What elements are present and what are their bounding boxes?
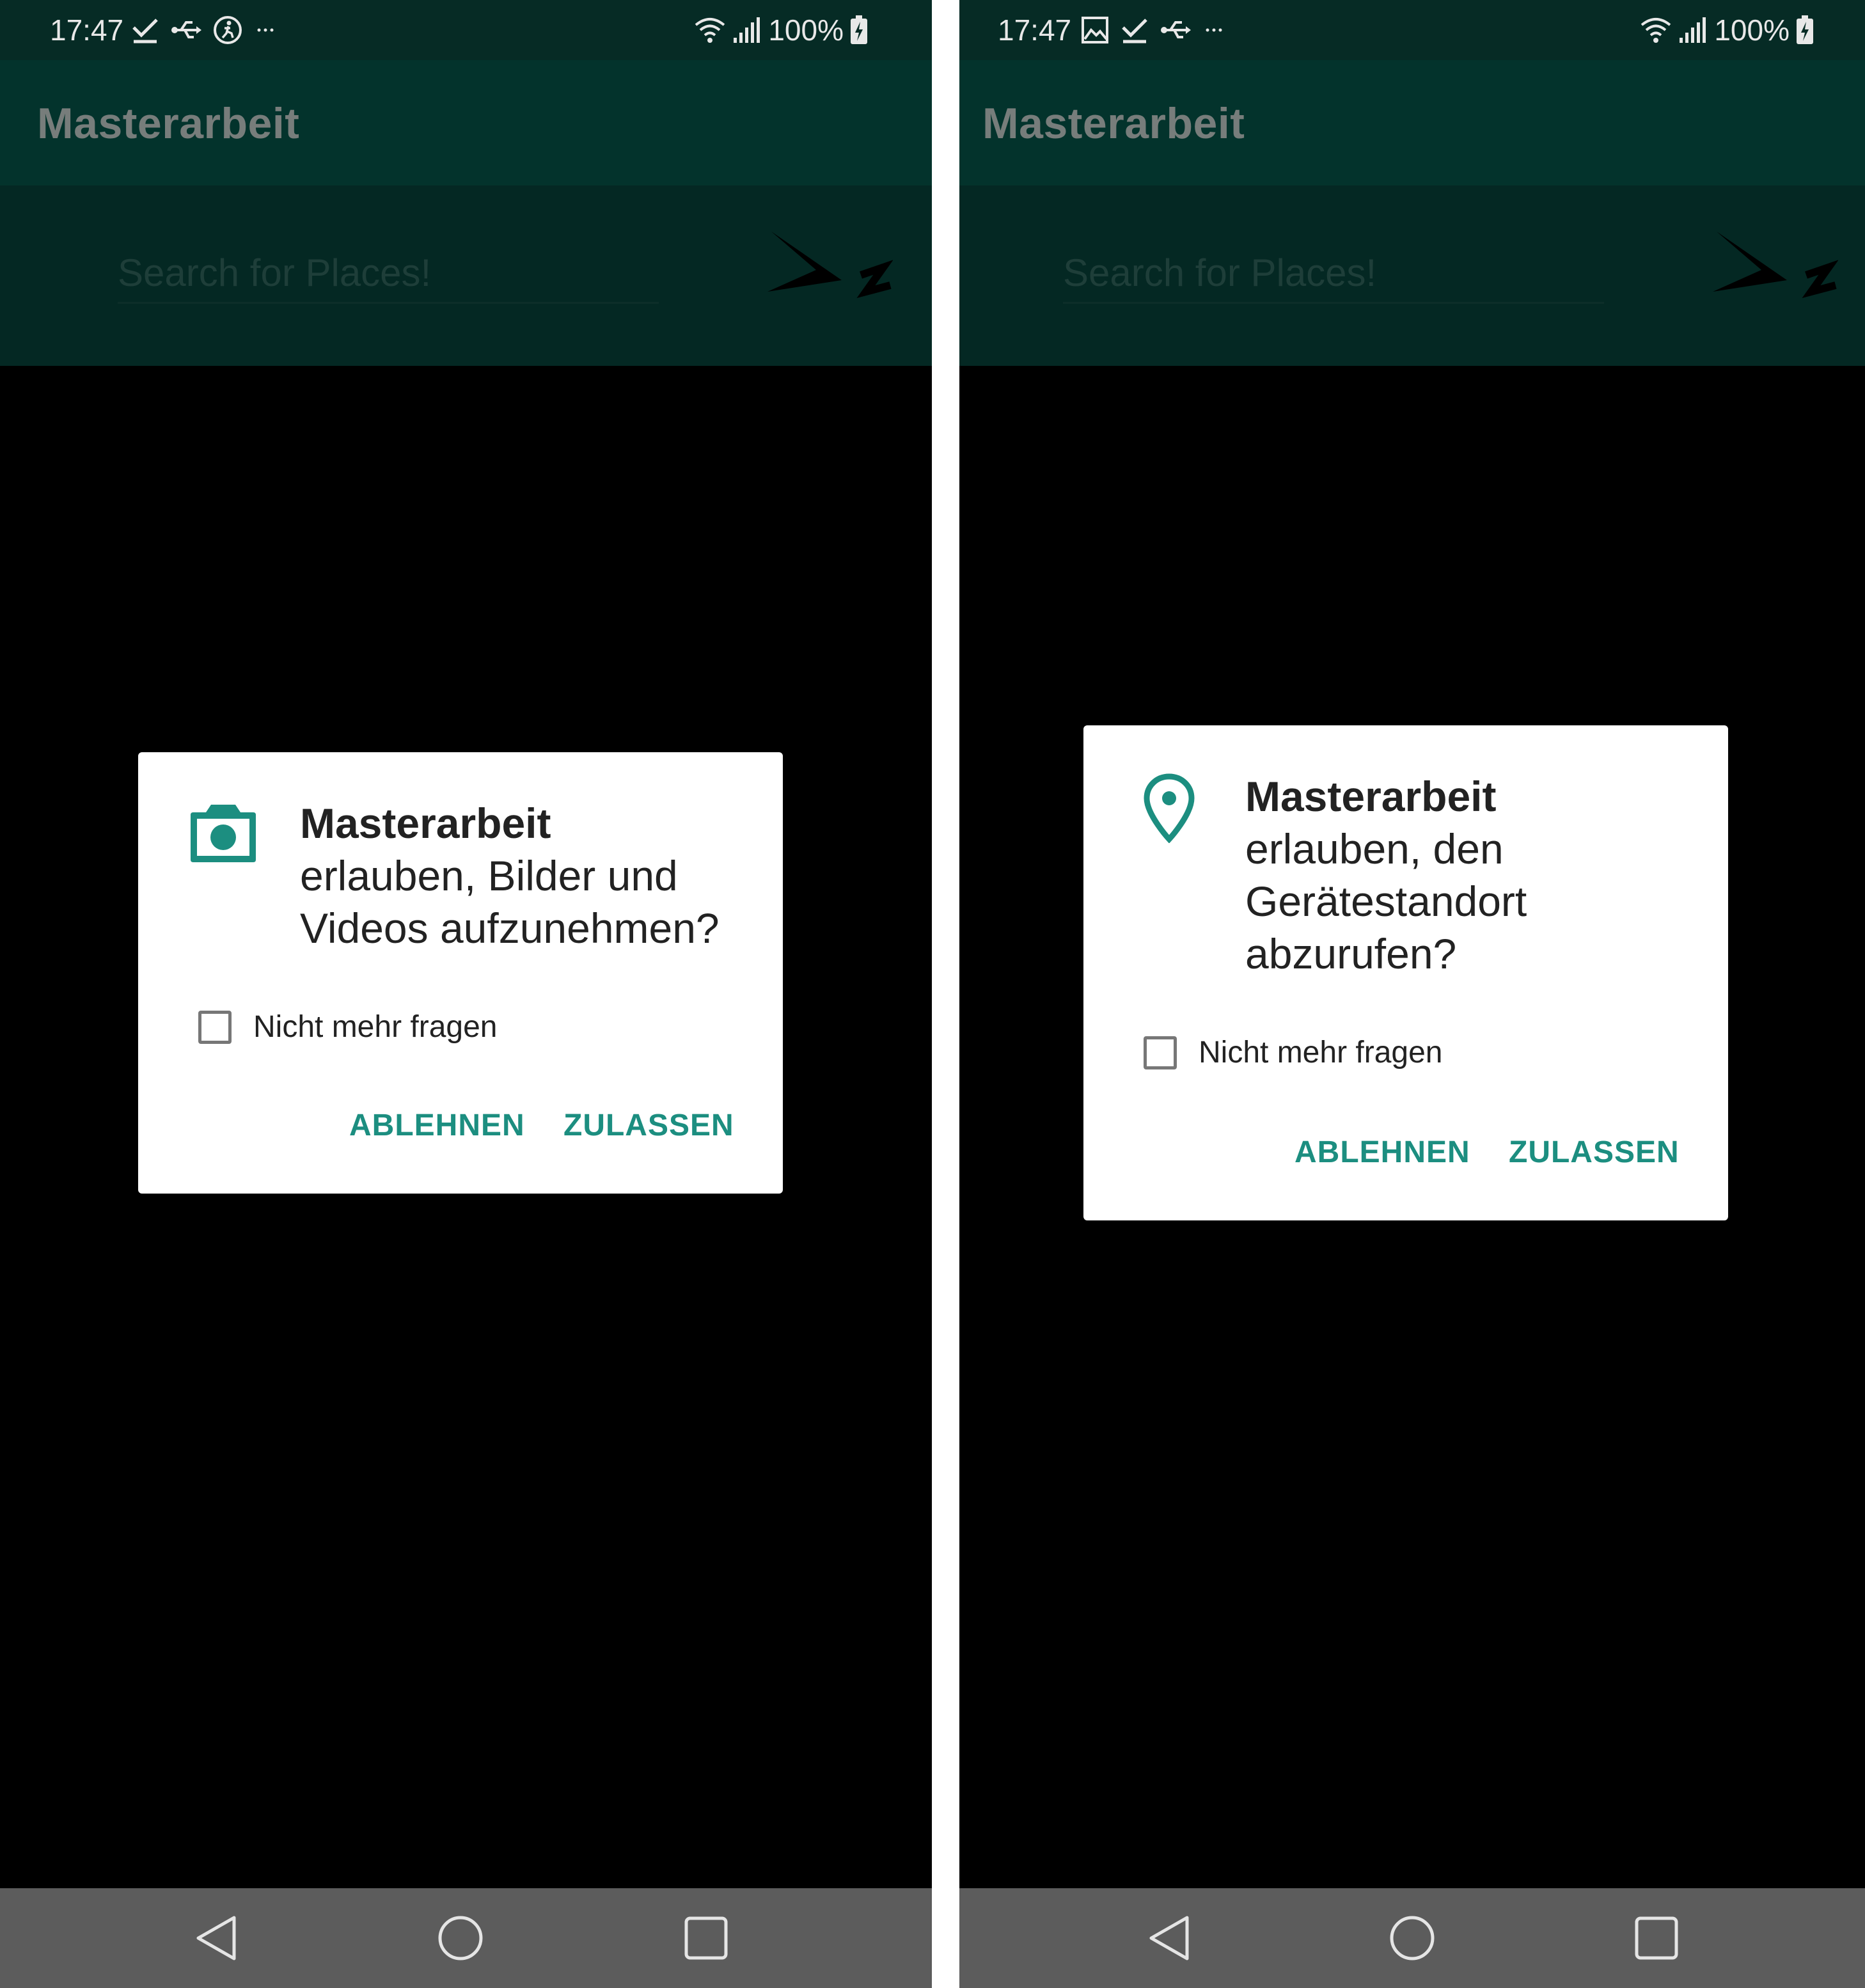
back-icon[interactable]: [192, 1913, 243, 1964]
back-icon[interactable]: [1145, 1913, 1196, 1964]
check-download-icon: [131, 16, 159, 44]
search-input[interactable]: [118, 243, 659, 304]
dont-ask-again-label: Nicht mehr fragen: [1199, 1036, 1443, 1069]
permission-dialog: Masterarbeit erlauben, Bilder und Videos…: [138, 752, 783, 1194]
notification-icons: [1081, 12, 1225, 49]
dialog-message: Masterarbeit erlauben, den Gerätestandor…: [1245, 770, 1703, 980]
status-time: 17:47: [50, 13, 124, 47]
recents-icon[interactable]: [1631, 1913, 1682, 1964]
search-bar: [959, 185, 1865, 366]
battery-percent: 100%: [768, 13, 844, 47]
navigation-bar: [0, 1888, 932, 1988]
battery-charging-icon: [850, 15, 868, 45]
navigation-bar: [959, 1888, 1865, 1988]
app-title: Masterarbeit: [982, 99, 1245, 148]
dialog-permission-text: erlauben, Bilder und Videos aufzunehmen?: [300, 852, 720, 952]
dont-ask-again-checkbox[interactable]: [198, 1011, 232, 1044]
wifi-icon: [1640, 16, 1672, 44]
allow-button[interactable]: ZULASSEN: [1509, 1133, 1680, 1172]
status-bar: 17:47 100%: [0, 0, 932, 60]
dialog-permission-text: erlauben, den Gerätestandort abzurufen?: [1245, 825, 1527, 977]
deny-button[interactable]: ABLEHNEN: [1294, 1133, 1470, 1172]
permission-dialog: Masterarbeit erlauben, den Gerätestandor…: [1083, 725, 1728, 1220]
home-icon[interactable]: [435, 1913, 486, 1964]
signal-icon: [1678, 16, 1708, 44]
search-bar: [0, 185, 932, 366]
compass-arrow-icon[interactable]: [765, 230, 893, 320]
dialog-app-name: Masterarbeit: [1245, 773, 1497, 820]
battery-percent: 100%: [1714, 13, 1790, 47]
phone-screen-camera-permission: 17:47 100% Masterarbeit Search for Place…: [0, 0, 932, 1988]
compass-arrow-icon[interactable]: [1710, 230, 1839, 320]
battery-charging-icon: [1796, 15, 1814, 45]
recents-icon[interactable]: [681, 1913, 732, 1964]
deny-button[interactable]: ABLEHNEN: [349, 1107, 525, 1145]
home-icon[interactable]: [1387, 1913, 1438, 1964]
status-time: 17:47: [998, 13, 1072, 47]
check-download-icon: [1121, 16, 1149, 44]
notification-icons: [131, 12, 277, 49]
usb-icon: [171, 17, 201, 43]
more-dots-icon: [1202, 24, 1225, 36]
allow-button[interactable]: ZULASSEN: [563, 1107, 734, 1145]
accessibility-icon: [213, 15, 242, 45]
status-bar: 17:47 100%: [959, 0, 1865, 60]
system-status-icons: 100%: [694, 12, 868, 49]
dont-ask-again-label: Nicht mehr fragen: [253, 1010, 498, 1044]
dialog-app-name: Masterarbeit: [300, 800, 551, 847]
location-pin-icon: [1142, 773, 1196, 846]
app-title: Masterarbeit: [37, 99, 300, 148]
dialog-message: Masterarbeit erlauben, Bilder und Videos…: [300, 797, 757, 954]
phone-screen-location-permission: 17:47 100% Masterarbeit Search for Place…: [959, 0, 1865, 1988]
more-dots-icon: [254, 24, 277, 36]
dont-ask-again-row[interactable]: Nicht mehr fragen: [198, 1008, 498, 1046]
wifi-icon: [694, 16, 726, 44]
signal-icon: [732, 16, 762, 44]
camera-icon: [189, 801, 257, 868]
usb-icon: [1160, 17, 1191, 43]
dont-ask-again-checkbox[interactable]: [1144, 1036, 1177, 1069]
app-bar: Masterarbeit: [0, 60, 932, 185]
search-input[interactable]: [1063, 243, 1604, 304]
image-icon: [1081, 16, 1109, 44]
app-bar: Masterarbeit: [959, 60, 1865, 185]
dont-ask-again-row[interactable]: Nicht mehr fragen: [1144, 1034, 1443, 1072]
system-status-icons: 100%: [1640, 12, 1814, 49]
